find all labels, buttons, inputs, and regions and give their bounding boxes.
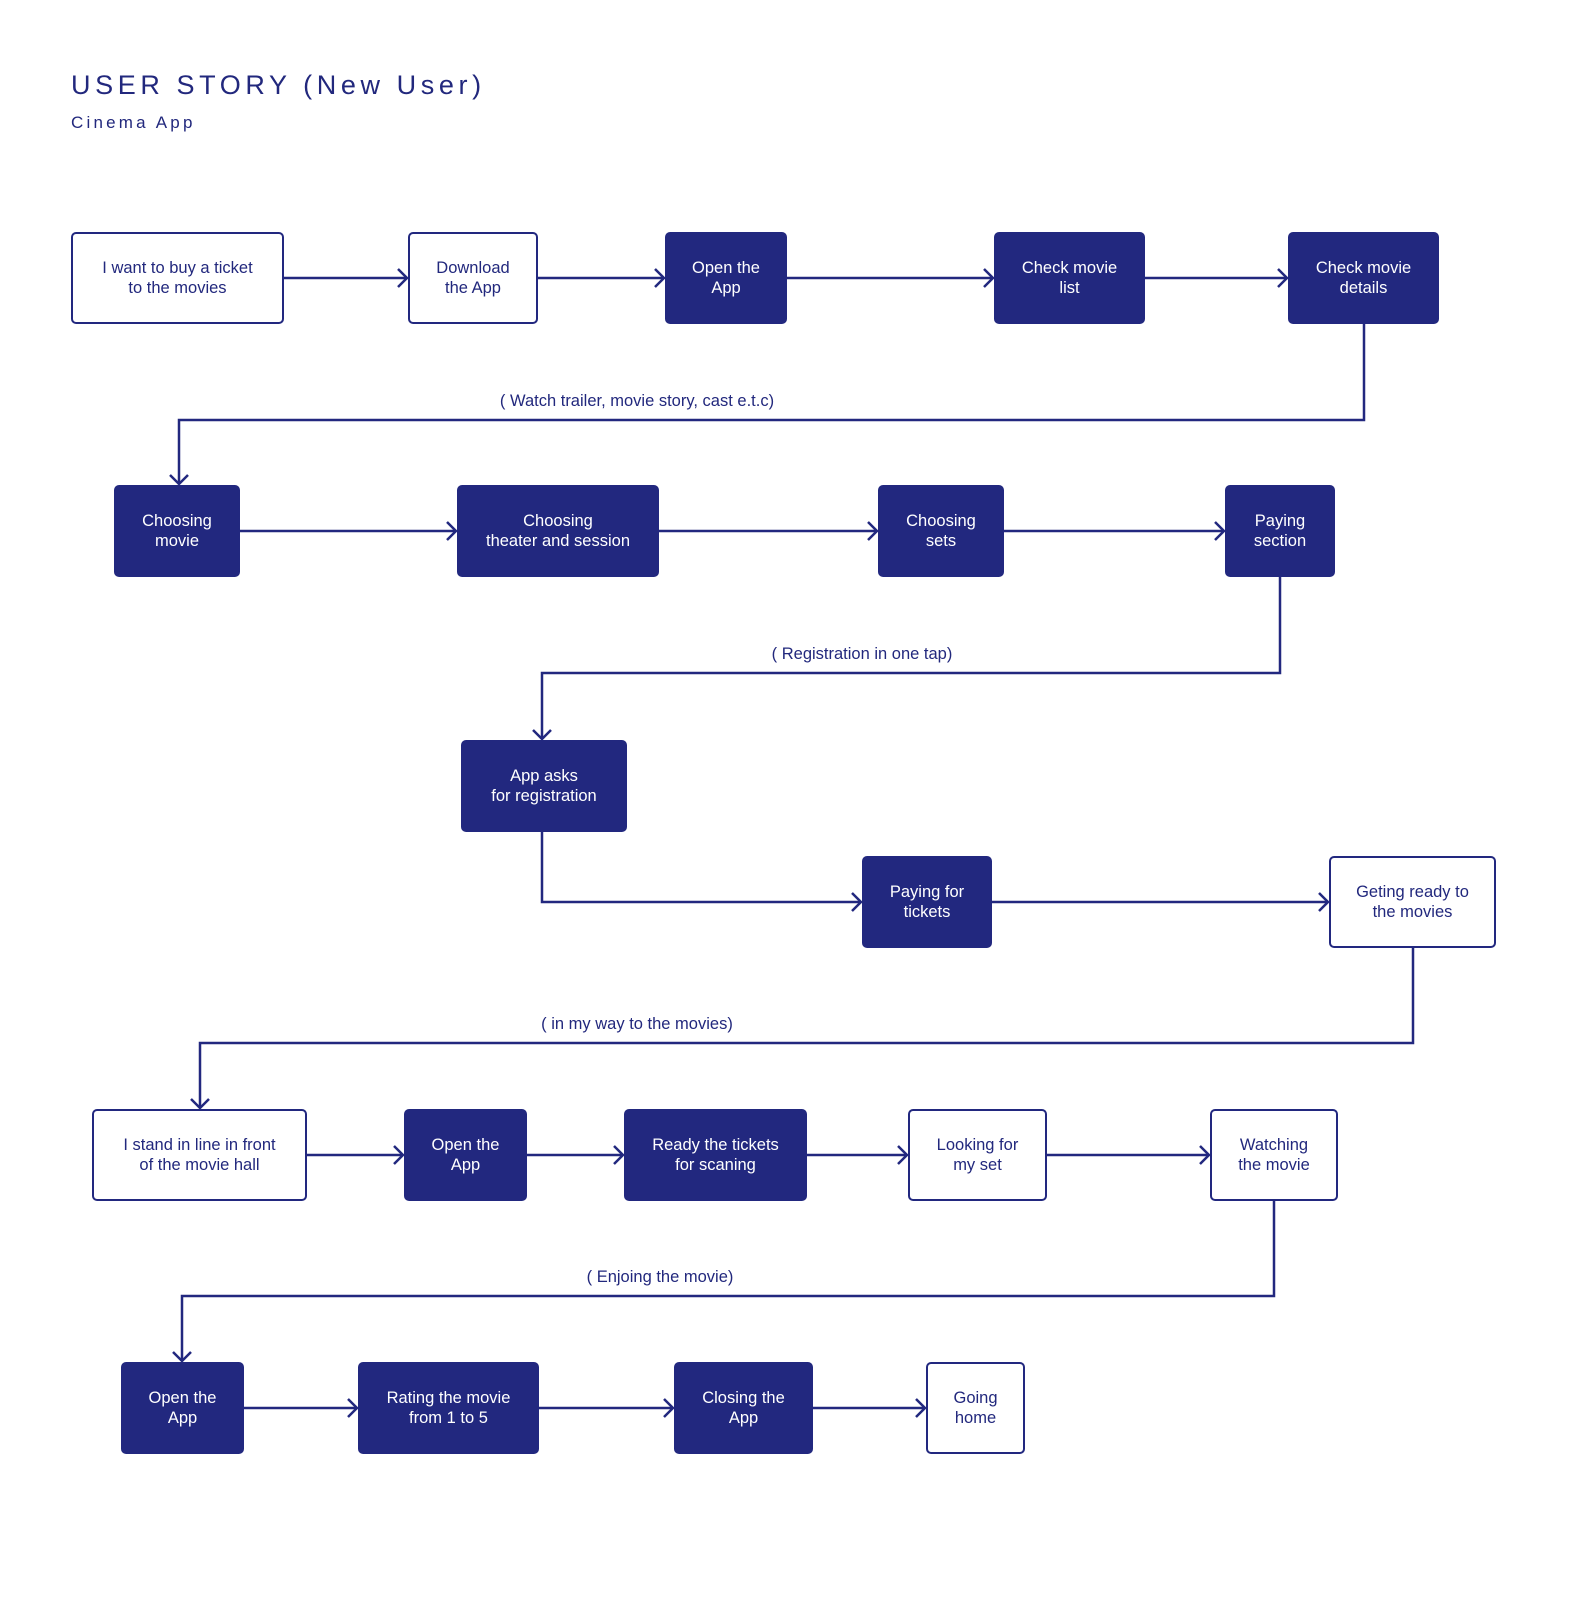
flow-step-n21[interactable]: Going home	[926, 1362, 1025, 1454]
flow-step-label: Going home	[953, 1389, 998, 1427]
flow-step-label: App asks for registration	[491, 767, 597, 805]
flow-step-label: Closing the App	[702, 1389, 785, 1427]
flow-step-n1[interactable]: I want to buy a ticket to the movies	[71, 232, 284, 324]
flow-step-n20[interactable]: Closing the App	[674, 1362, 813, 1454]
flow-step-label: Open the App	[431, 1136, 500, 1174]
flow-step-label: Check movie list	[1021, 259, 1118, 297]
connector-note: ( Registration in one tap)	[771, 645, 953, 663]
flow-step-label: I stand in line in front of the movie ha…	[123, 1136, 276, 1174]
flow-step-n6[interactable]: Choosing movie	[114, 485, 240, 577]
flow-step-n15[interactable]: Ready the tickets for scaning	[624, 1109, 807, 1201]
flow-step-label: Rating the movie from 1 to 5	[386, 1389, 511, 1427]
connector-note: ( Enjoing the movie)	[586, 1268, 734, 1286]
flow-step-label: Looking for my set	[936, 1136, 1019, 1174]
flow-step-n8[interactable]: Choosing sets	[878, 485, 1004, 577]
flow-step-label: Paying section	[1253, 512, 1307, 550]
flow-step-label: Open the App	[692, 259, 760, 297]
flow-step-label: I want to buy a ticket to the movies	[102, 259, 253, 297]
flow-step-label: Choosing sets	[906, 512, 976, 550]
connector-line	[198, 948, 1415, 1108]
flow-step-n12[interactable]: Geting ready to the movies	[1329, 856, 1496, 948]
flow-step-label: Check movie details	[1315, 259, 1412, 297]
flow-step-n14[interactable]: Open the App	[404, 1109, 527, 1201]
connector-line	[540, 832, 861, 904]
flow-step-n3[interactable]: Open the App	[665, 232, 787, 324]
flow-step-label: Download the App	[436, 259, 510, 297]
flow-step-n16[interactable]: Looking for my set	[908, 1109, 1047, 1201]
flow-step-label: Open the App	[148, 1389, 217, 1427]
flow-step-n10[interactable]: App asks for registration	[461, 740, 627, 832]
flow-step-label: Paying for tickets	[889, 883, 965, 921]
flow-step-n4[interactable]: Check movie list	[994, 232, 1145, 324]
connector-note: ( Watch trailer, movie story, cast e.t.c…	[499, 392, 775, 410]
flow-step-label: Choosing theater and session	[485, 512, 630, 550]
flow-step-n5[interactable]: Check movie details	[1288, 232, 1439, 324]
flow-step-label: Ready the tickets for scaning	[652, 1136, 779, 1174]
flow-step-n2[interactable]: Download the App	[408, 232, 538, 324]
flow-step-label: Geting ready to the movies	[1356, 883, 1469, 921]
flow-step-label: Watching the movie	[1238, 1136, 1310, 1174]
flow-step-n19[interactable]: Rating the movie from 1 to 5	[358, 1362, 539, 1454]
flow-step-n17[interactable]: Watching the movie	[1210, 1109, 1338, 1201]
flow-step-label: Choosing movie	[142, 512, 212, 550]
flow-step-n7[interactable]: Choosing theater and session	[457, 485, 659, 577]
flow-step-n11[interactable]: Paying for tickets	[862, 856, 992, 948]
connector-note: ( in my way to the movies)	[541, 1015, 733, 1033]
flow-step-n13[interactable]: I stand in line in front of the movie ha…	[92, 1109, 307, 1201]
flow-step-n18[interactable]: Open the App	[121, 1362, 244, 1454]
flow-step-n9[interactable]: Paying section	[1225, 485, 1335, 577]
